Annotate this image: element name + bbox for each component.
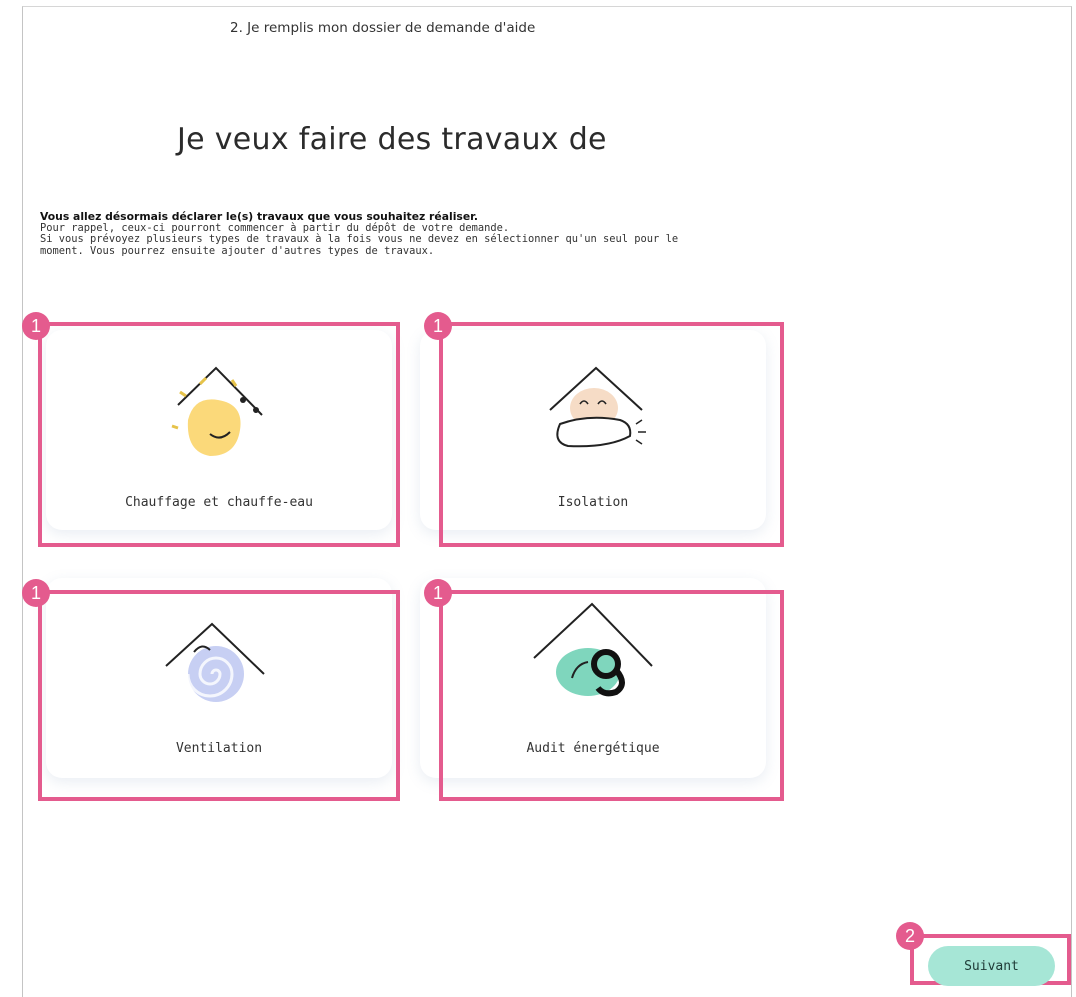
- next-button[interactable]: Suivant: [928, 946, 1055, 986]
- audit-house-icon: [533, 602, 653, 697]
- annotation-badge: 1: [424, 579, 452, 607]
- annotation-badge: 2: [896, 922, 924, 950]
- annotation-badge: 1: [22, 579, 50, 607]
- swirl-house-icon: [165, 622, 265, 702]
- step-title: 2. Je remplis mon dossier de demande d'a…: [230, 20, 536, 36]
- insulated-house-icon: [549, 366, 646, 448]
- option-card-audit[interactable]: Audit énergétique: [420, 578, 766, 778]
- option-card-ventilation[interactable]: Ventilation: [46, 578, 392, 778]
- annotation-badge: 1: [424, 312, 452, 340]
- option-label: Ventilation: [175, 741, 263, 756]
- option-label: Chauffage et chauffe-eau: [125, 495, 313, 510]
- sun-house-icon: [171, 366, 263, 456]
- intro-heading: Vous allez désormais déclarer le(s) trav…: [40, 210, 479, 223]
- intro-line: moment. Vous pourrez ensuite ajouter d'a…: [40, 244, 435, 257]
- annotation-badge: 1: [22, 312, 50, 340]
- option-card-isolation[interactable]: Isolation: [420, 330, 766, 530]
- option-card-chauffage[interactable]: Chauffage et chauffe-eau: [46, 330, 392, 530]
- intro-text: Vous allez désormais déclarer le(s) trav…: [40, 211, 800, 257]
- option-label: Audit énergétique: [526, 741, 660, 756]
- option-label: Isolation: [557, 495, 629, 510]
- page-title: Je veux faire des travaux de: [177, 122, 607, 157]
